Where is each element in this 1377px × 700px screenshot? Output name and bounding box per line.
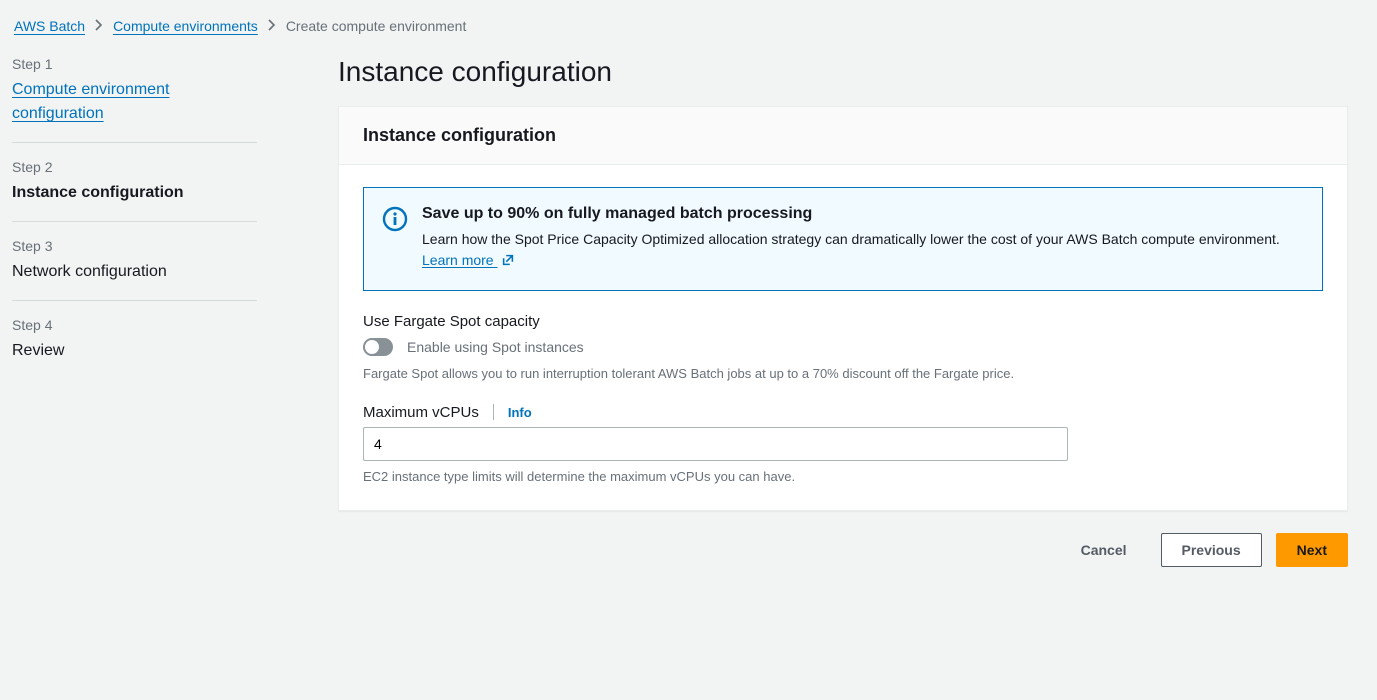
step-title: Instance configuration	[12, 181, 257, 205]
max-vcpus-label: Maximum vCPUs	[363, 404, 479, 421]
step-number: Step 2	[12, 159, 257, 175]
breadcrumb-compute-environments[interactable]: Compute environments	[113, 18, 258, 34]
wizard-step-2: Step 2 Instance configuration	[12, 143, 257, 222]
wizard-step-1[interactable]: Step 1 Compute environment configuration	[12, 56, 257, 143]
main-content: Instance configuration Instance configur…	[338, 56, 1348, 567]
max-vcpus-hint: EC2 instance type limits will determine …	[363, 467, 1323, 487]
info-alert: Save up to 90% on fully managed batch pr…	[363, 187, 1323, 291]
info-link[interactable]: Info	[508, 405, 532, 420]
fargate-spot-toggle[interactable]	[363, 338, 393, 356]
wizard-step-3: Step 3 Network configuration	[12, 222, 257, 301]
step-number: Step 3	[12, 238, 257, 254]
chevron-right-icon	[95, 19, 103, 34]
page-title: Instance configuration	[338, 56, 1348, 88]
breadcrumb: AWS Batch Compute environments Create co…	[12, 18, 1365, 34]
learn-more-link[interactable]: Learn more	[422, 252, 515, 268]
fargate-spot-hint: Fargate Spot allows you to run interrupt…	[363, 364, 1323, 384]
panel-header: Instance configuration	[339, 107, 1347, 165]
toggle-label: Enable using Spot instances	[407, 339, 584, 355]
fargate-spot-group: Use Fargate Spot capacity Enable using S…	[363, 313, 1323, 384]
wizard-sidebar: Step 1 Compute environment configuration…	[12, 56, 302, 567]
previous-button[interactable]: Previous	[1161, 533, 1262, 567]
alert-text: Learn how the Spot Price Capacity Optimi…	[422, 231, 1280, 247]
cancel-button[interactable]: Cancel	[1061, 534, 1147, 566]
panel-title: Instance configuration	[363, 125, 1323, 146]
next-button[interactable]: Next	[1276, 533, 1348, 567]
instance-configuration-panel: Instance configuration Save up to 90	[338, 106, 1348, 511]
wizard-step-4: Step 4 Review	[12, 301, 257, 379]
breadcrumb-aws-batch[interactable]: AWS Batch	[14, 18, 85, 34]
chevron-right-icon	[268, 19, 276, 34]
fargate-spot-label: Use Fargate Spot capacity	[363, 313, 1323, 330]
divider	[493, 404, 494, 420]
step-title[interactable]: Compute environment configuration	[12, 78, 257, 126]
max-vcpus-group: Maximum vCPUs Info EC2 instance type lim…	[363, 404, 1323, 487]
step-number: Step 4	[12, 317, 257, 333]
external-link-icon	[501, 252, 515, 274]
wizard-footer: Cancel Previous Next	[338, 533, 1348, 567]
breadcrumb-current: Create compute environment	[286, 18, 467, 34]
info-icon	[382, 206, 408, 232]
max-vcpus-input[interactable]	[363, 427, 1068, 461]
alert-title: Save up to 90% on fully managed batch pr…	[422, 202, 1304, 227]
step-number: Step 1	[12, 56, 257, 72]
step-title: Review	[12, 339, 257, 363]
step-title: Network configuration	[12, 260, 257, 284]
